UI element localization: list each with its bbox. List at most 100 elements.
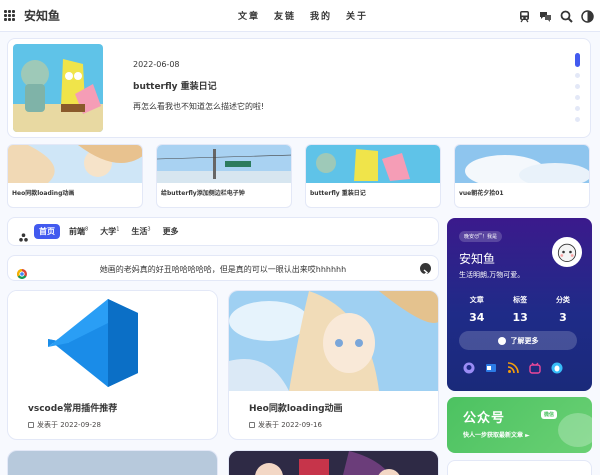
featured-post-date: 2022-06-08 (133, 60, 180, 69)
category-home[interactable]: 首页 (34, 224, 60, 239)
menu-item-mine[interactable]: 我的 (310, 9, 332, 22)
post-date-text: 发表于 2022-09-28 (37, 421, 101, 429)
stat-value: 34 (469, 311, 485, 324)
recommend-card[interactable]: butterfly 重装日记 (305, 144, 441, 208)
sidebar-card-partial (447, 460, 592, 475)
menu-item-links[interactable]: 友链 (274, 9, 296, 22)
wechat-subtitle: 快人一步获取最新文章 ► (463, 432, 530, 439)
post-date: 发表于 2022-09-16 (249, 420, 322, 430)
main-menu: 文章 友链 我的 关于 (238, 9, 368, 22)
arrow-icon (497, 336, 506, 345)
category-university[interactable]: 大学1 (97, 224, 122, 239)
recommend-thumbnail (8, 145, 142, 183)
bilibili-icon[interactable] (529, 359, 541, 374)
avatar[interactable] (552, 237, 582, 267)
recommend-card[interactable]: 给butterfly添加侧边栏电子钟 (156, 144, 292, 208)
post-card-partial[interactable] (7, 450, 218, 475)
recommend-label: Heo同款loading动画 (12, 190, 75, 197)
outlook-icon[interactable] (485, 359, 497, 372)
notice-bar[interactable]: 她画的老妈真的好丑哈哈哈哈哈，但是真的可以一眼认出来哎hhhhhh (7, 255, 439, 281)
stat-articles[interactable]: 文章 34 (469, 295, 484, 324)
translate-icon[interactable] (539, 8, 552, 22)
search-icon[interactable] (560, 8, 573, 23)
greeting-badge: 晚安😴！我是 (459, 231, 503, 242)
category-frontend[interactable]: 前端8 (66, 224, 91, 239)
calendar-icon (28, 422, 34, 428)
wechat-card[interactable]: 公众号 微信 快人一步获取最新文章 ► (447, 397, 592, 453)
category-label: 大学 (100, 227, 117, 236)
qq-icon[interactable] (551, 359, 563, 374)
top-navbar: 安知鱼 文章 友链 我的 关于 (0, 0, 600, 32)
category-label: 生活 (131, 227, 148, 236)
stat-label: 分类 (555, 296, 570, 304)
post-title[interactable]: vscode常用插件推荐 (28, 401, 117, 414)
recommend-row: Heo同款loading动画 给butterfly添加侧边栏电子钟 butter… (7, 144, 591, 210)
featured-post-card[interactable]: 2022-06-08 butterfly 重装日记 再怎么看我也不知道怎么描述它… (7, 38, 591, 138)
train-icon[interactable] (518, 8, 531, 23)
category-more[interactable]: 更多 (160, 224, 182, 239)
notice-text: 她画的老妈真的好丑哈哈哈哈哈，但是真的可以一眼认出来哎hhhhhh (99, 265, 347, 274)
category-count: 8 (85, 226, 89, 233)
site-name[interactable]: 安知鱼 (24, 7, 60, 24)
category-label: 前端 (69, 227, 85, 236)
category-count: 3 (147, 226, 151, 233)
category-count: 1 (116, 226, 120, 233)
carousel-dot[interactable] (575, 73, 580, 78)
post-card-partial[interactable] (228, 450, 439, 475)
category-label: 首页 (39, 227, 55, 236)
post-cover (8, 291, 217, 391)
featured-post-description: 再怎么看我也不知道怎么描述它的啦! (133, 102, 265, 111)
category-icon (19, 227, 28, 242)
carousel-dot[interactable] (575, 117, 580, 122)
post-cover (229, 291, 438, 391)
stat-label: 标签 (513, 296, 528, 304)
author-stats: 文章 34 标签 13 分类 3 (447, 295, 592, 324)
post-card[interactable]: Heo同款loading动画 发表于 2022-09-16 (228, 290, 439, 440)
stat-value: 13 (512, 311, 528, 324)
wechat-logo-icon (558, 413, 592, 447)
featured-post-title[interactable]: butterfly 重装日记 (133, 79, 217, 92)
recommend-label: 给butterfly添加侧边栏电子钟 (161, 190, 245, 197)
author-description: 生活明朗,万物可爱。 (459, 271, 525, 279)
rss-icon[interactable] (507, 359, 519, 374)
learn-more-label: 了解更多 (510, 336, 539, 345)
recommend-label: butterfly 重装日记 (310, 190, 366, 197)
recommend-label: vue朝花夕拾01 (459, 190, 504, 197)
carousel-indicators (575, 53, 580, 122)
wechat-tag: 微信 (541, 410, 558, 419)
stat-value: 3 (559, 311, 567, 324)
wechat-title: 公众号 (463, 411, 506, 426)
author-card: 晚安😴！我是 安知鱼 生活明朗,万物可爱。 文章 34 标签 13 分类 3 了… (447, 218, 592, 391)
carousel-dot[interactable] (575, 106, 580, 111)
category-life[interactable]: 生活3 (128, 224, 153, 239)
recommend-thumbnail (306, 145, 440, 183)
github-icon[interactable] (463, 359, 475, 374)
header-actions (518, 8, 594, 23)
carousel-dot[interactable] (575, 95, 580, 100)
author-name: 安知鱼 (459, 252, 496, 266)
stat-label: 文章 (469, 296, 484, 304)
learn-more-button[interactable]: 了解更多 (459, 331, 577, 350)
menu-item-about[interactable]: 关于 (346, 9, 368, 22)
calendar-icon (249, 422, 255, 428)
recommend-thumbnail (157, 145, 291, 183)
grid-icon[interactable] (4, 10, 15, 21)
stat-tags[interactable]: 标签 13 (513, 295, 528, 324)
post-date-text: 发表于 2022-09-16 (258, 421, 322, 429)
post-card[interactable]: vscode常用插件推荐 发表于 2022-09-28 (7, 290, 218, 440)
dark-mode-icon[interactable] (581, 8, 594, 23)
stat-categories[interactable]: 分类 3 (556, 295, 570, 324)
recommend-card[interactable]: Heo同款loading动画 (7, 144, 143, 208)
carousel-dot-active[interactable] (575, 53, 580, 67)
menu-item-articles[interactable]: 文章 (238, 9, 260, 22)
recommend-card[interactable]: vue朝花夕拾01 (454, 144, 590, 208)
featured-post-thumbnail (13, 44, 103, 132)
post-date: 发表于 2022-09-28 (28, 420, 101, 430)
recommend-thumbnail (455, 145, 589, 187)
category-bar: 首页 前端8 大学1 生活3 更多 (7, 217, 439, 246)
category-label: 更多 (162, 227, 179, 236)
carousel-dot[interactable] (575, 84, 580, 89)
social-links (463, 359, 563, 374)
arrow-right-icon[interactable] (420, 263, 431, 276)
post-title[interactable]: Heo同款loading动画 (249, 401, 343, 414)
